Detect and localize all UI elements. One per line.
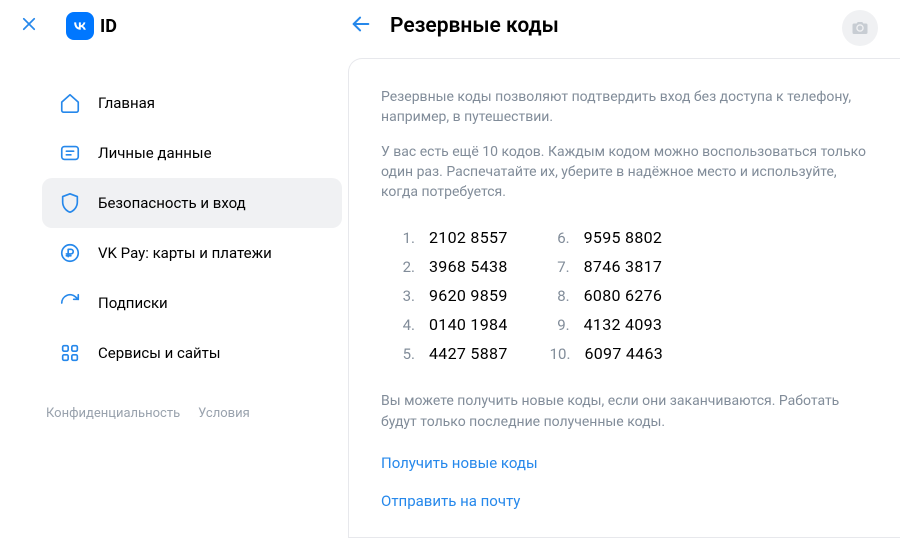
profile-card-icon (58, 141, 82, 165)
sidebar-item-label: Главная (98, 94, 155, 112)
code-item: 5. 4427 5887 (395, 344, 508, 363)
sidebar-item-subscriptions[interactable]: Подписки (42, 278, 342, 328)
code-value: 9620 9859 (429, 286, 508, 305)
sidebar-item-vkpay[interactable]: VK Pay: карты и платежи (42, 228, 342, 278)
code-index: 7. (550, 258, 570, 276)
code-item: 7. 8746 3817 (550, 257, 663, 276)
sidebar-footer: Конфиденциальность Условия (42, 378, 342, 421)
code-index: 9. (550, 316, 570, 334)
send-email-link[interactable]: Отправить на почту (381, 492, 868, 510)
code-index: 8. (550, 287, 570, 305)
code-item: 4. 0140 1984 (395, 315, 508, 334)
code-item: 6. 9595 8802 (550, 228, 663, 247)
sidebar: Главная Личные данные Безопасность и вхо… (42, 58, 342, 538)
code-index: 6. (550, 229, 570, 247)
code-value: 4427 5887 (429, 344, 508, 363)
code-item: 3. 9620 9859 (395, 286, 508, 305)
code-item: 1. 2102 8557 (395, 228, 508, 247)
sidebar-item-services[interactable]: Сервисы и сайты (42, 328, 342, 378)
code-value: 8746 3817 (584, 257, 663, 276)
refresh-icon (58, 291, 82, 315)
shield-icon (58, 191, 82, 215)
codes-note: Вы можете получить новые коды, если они … (381, 391, 868, 432)
sidebar-item-label: Безопасность и вход (98, 194, 246, 212)
sidebar-item-security[interactable]: Безопасность и вход (42, 178, 342, 228)
description-2: У вас есть ещё 10 кодов. Каждым кодом мо… (381, 142, 868, 203)
code-item: 9. 4132 4093 (550, 315, 663, 334)
ruble-icon (58, 241, 82, 265)
sidebar-item-label: Подписки (98, 294, 168, 312)
sidebar-item-label: Сервисы и сайты (98, 344, 221, 362)
privacy-link[interactable]: Конфиденциальность (46, 406, 180, 421)
code-index: 4. (395, 316, 415, 334)
code-value: 6080 6276 (584, 286, 663, 305)
page-title: Резервные коды (390, 14, 559, 38)
description-1: Резервные коды позволяют подтвердить вхо… (381, 87, 868, 128)
code-value: 0140 1984 (429, 315, 508, 334)
code-value: 2102 8557 (429, 228, 508, 247)
brand: ID (66, 12, 117, 40)
home-icon (58, 91, 82, 115)
back-arrow-icon[interactable] (350, 13, 372, 40)
code-value: 4132 4093 (584, 315, 663, 334)
brand-id-text: ID (100, 16, 117, 37)
sidebar-item-label: VK Pay: карты и платежи (98, 244, 272, 262)
close-icon[interactable] (20, 15, 38, 38)
code-value: 3968 5438 (429, 257, 508, 276)
header: ID Резервные коды (0, 0, 900, 48)
apps-icon (58, 341, 82, 365)
main-panel: Резервные коды позволяют подтвердить вхо… (348, 58, 900, 538)
camera-icon (851, 19, 869, 37)
sidebar-item-label: Личные данные (98, 144, 212, 162)
sidebar-item-personal[interactable]: Личные данные (42, 128, 342, 178)
code-value: 9595 8802 (584, 228, 663, 247)
code-index: 1. (395, 229, 415, 247)
code-item: 10. 6097 4463 (550, 344, 663, 363)
backup-codes-list: 1. 2102 8557 2. 3968 5438 3. 9620 9859 4. 01… (395, 228, 868, 363)
code-index: 5. (395, 345, 415, 363)
code-item: 8. 6080 6276 (550, 286, 663, 305)
generate-codes-link[interactable]: Получить новые коды (381, 454, 868, 472)
code-value: 6097 4463 (584, 344, 663, 363)
vk-logo-icon (66, 12, 94, 40)
code-index: 2. (395, 258, 415, 276)
code-index: 3. (395, 287, 415, 305)
sidebar-item-home[interactable]: Главная (42, 78, 342, 128)
avatar[interactable] (842, 10, 878, 46)
code-item: 2. 3968 5438 (395, 257, 508, 276)
code-index: 10. (550, 345, 571, 363)
terms-link[interactable]: Условия (198, 406, 250, 421)
